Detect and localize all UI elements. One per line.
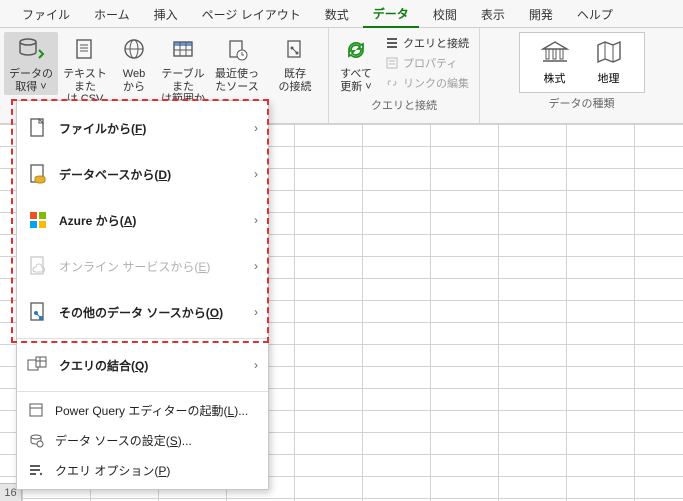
cloud-file-icon: [27, 255, 49, 277]
menu-from-other-sources[interactable]: その他のデータ ソースから(O) ›: [17, 289, 268, 335]
group-label-datatypes: データの種類: [549, 93, 615, 111]
tab-formulas[interactable]: 数式: [315, 1, 359, 27]
bank-icon: [540, 39, 570, 68]
chevron-right-icon: ›: [254, 358, 258, 372]
recent-file-icon: [221, 34, 253, 66]
chevron-right-icon: ›: [254, 167, 258, 181]
pq-editor-icon: [27, 401, 45, 419]
chevron-right-icon: ›: [254, 305, 258, 319]
tab-pagelayout[interactable]: ページ レイアウト: [192, 1, 311, 27]
menu-from-online-services: オンライン サービスから(E) ›: [17, 243, 268, 289]
tab-data[interactable]: データ: [363, 0, 419, 28]
database-import-icon: [15, 34, 47, 66]
menu-combine-queries[interactable]: クエリの結合(Q) ›: [17, 342, 268, 388]
geography-button[interactable]: 地理: [594, 39, 624, 86]
tab-review[interactable]: 校閲: [423, 1, 467, 27]
menu-data-source-settings[interactable]: データ ソースの設定(S)...: [17, 425, 268, 455]
existing-connections-button[interactable]: 既存の接続: [272, 32, 318, 95]
datasource-settings-icon: [27, 431, 45, 449]
menu-from-database[interactable]: データベースから(D) ›: [17, 151, 268, 197]
group-data-types: 株式 地理 データの種類: [480, 28, 683, 123]
properties-button[interactable]: プロパティ: [383, 54, 471, 72]
menu-separator: [17, 391, 268, 392]
from-web-button[interactable]: Webから: [112, 32, 156, 95]
file-icon: [27, 117, 49, 139]
combine-tables-icon: [27, 354, 49, 376]
tab-file[interactable]: ファイル: [12, 1, 80, 27]
other-sources-icon: [27, 301, 49, 323]
table-icon: [167, 34, 199, 66]
menu-separator: [17, 338, 268, 339]
chevron-right-icon: ›: [254, 213, 258, 227]
tab-developer[interactable]: 開発: [519, 1, 563, 27]
get-data-menu: ファイルから(F) › データベースから(D) › Azure から(A) › …: [16, 100, 269, 490]
menu-from-azure[interactable]: Azure から(A) ›: [17, 197, 268, 243]
properties-icon: [385, 56, 399, 70]
link-icon: [385, 76, 399, 90]
get-data-button[interactable]: データの取得 ˅: [4, 32, 58, 95]
tab-insert[interactable]: 挿入: [144, 1, 188, 27]
edit-links-button[interactable]: リンクの編集: [383, 74, 471, 92]
group-label-queries: クエリと接続: [371, 95, 437, 113]
chevron-right-icon: ›: [254, 121, 258, 135]
list-icon: [385, 36, 399, 50]
menu-query-options[interactable]: クエリ オプション(P): [17, 455, 268, 485]
globe-icon: [118, 34, 150, 66]
tab-home[interactable]: ホーム: [84, 1, 140, 27]
stocks-button[interactable]: 株式: [540, 39, 570, 86]
tab-help[interactable]: ヘルプ: [567, 1, 623, 27]
database-file-icon: [27, 163, 49, 185]
connections-file-icon: [279, 34, 311, 66]
chevron-right-icon: ›: [254, 259, 258, 273]
group-existing-conn: 既存の接続: [268, 28, 329, 123]
refresh-icon: [340, 34, 372, 66]
azure-icon: [27, 209, 49, 231]
ribbon-tabs: ファイル ホーム 挿入 ページ レイアウト 数式 データ 校閲 表示 開発 ヘル…: [0, 0, 683, 28]
menu-launch-pq-editor[interactable]: Power Query エディターの起動(L)...: [17, 395, 268, 425]
refresh-all-button[interactable]: すべて更新 ˅: [333, 32, 379, 95]
recent-sources-button[interactable]: 最近使ったソース: [210, 32, 264, 95]
group-queries-connections: すべて更新 ˅ クエリと接続 プロパティ リンクの編集 クエリと接続: [329, 28, 480, 123]
menu-from-file[interactable]: ファイルから(F) ›: [17, 105, 268, 151]
tab-view[interactable]: 表示: [471, 1, 515, 27]
queries-connections-button[interactable]: クエリと接続: [383, 34, 471, 52]
text-file-icon: [69, 34, 101, 66]
map-icon: [594, 39, 624, 68]
options-icon: [27, 461, 45, 479]
